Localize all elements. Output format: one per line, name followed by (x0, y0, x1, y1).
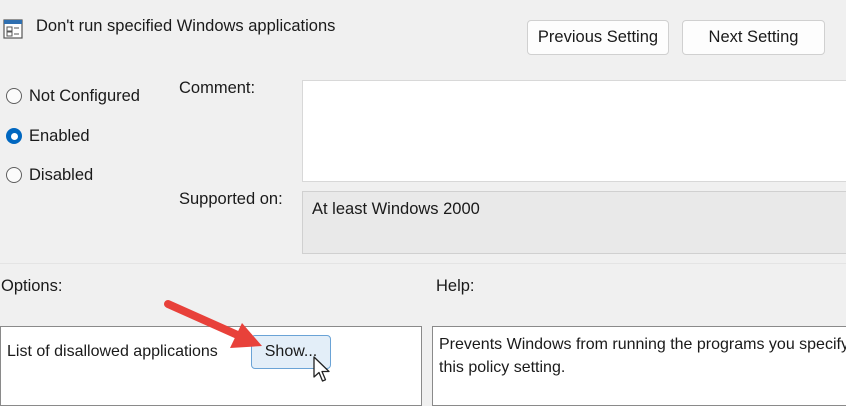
red-arrow-icon (164, 300, 262, 348)
help-label: Help: (436, 277, 475, 295)
radio-button-icon[interactable] (6, 88, 22, 104)
supported-on-field: At least Windows 2000 (302, 191, 846, 254)
supported-on-value: At least Windows 2000 (312, 200, 480, 218)
radio-label: Not Configured (29, 86, 140, 105)
supported-on-label: Supported on: (179, 190, 283, 208)
comment-label: Comment: (179, 79, 256, 97)
comment-textarea[interactable] (302, 80, 846, 182)
radio-not-configured[interactable]: Not Configured (6, 85, 140, 107)
previous-setting-button[interactable]: Previous Setting (527, 20, 669, 55)
radio-label: Enabled (29, 126, 90, 145)
window-title: Don't run specified Windows applications (36, 17, 336, 35)
radio-button-checked-icon[interactable] (6, 128, 22, 144)
help-panel: Prevents Windows from running the progra… (432, 326, 846, 406)
section-divider (0, 263, 846, 264)
policy-setting-icon (3, 19, 23, 39)
radio-label: Disabled (29, 165, 94, 184)
help-text: Prevents Windows from running the progra… (439, 336, 846, 376)
mouse-pointer-icon (313, 356, 330, 382)
radio-disabled[interactable]: Disabled (6, 164, 93, 186)
radio-enabled[interactable]: Enabled (6, 125, 90, 147)
next-setting-button[interactable]: Next Setting (682, 20, 825, 55)
radio-button-icon[interactable] (6, 167, 22, 183)
options-label: Options: (1, 277, 63, 295)
